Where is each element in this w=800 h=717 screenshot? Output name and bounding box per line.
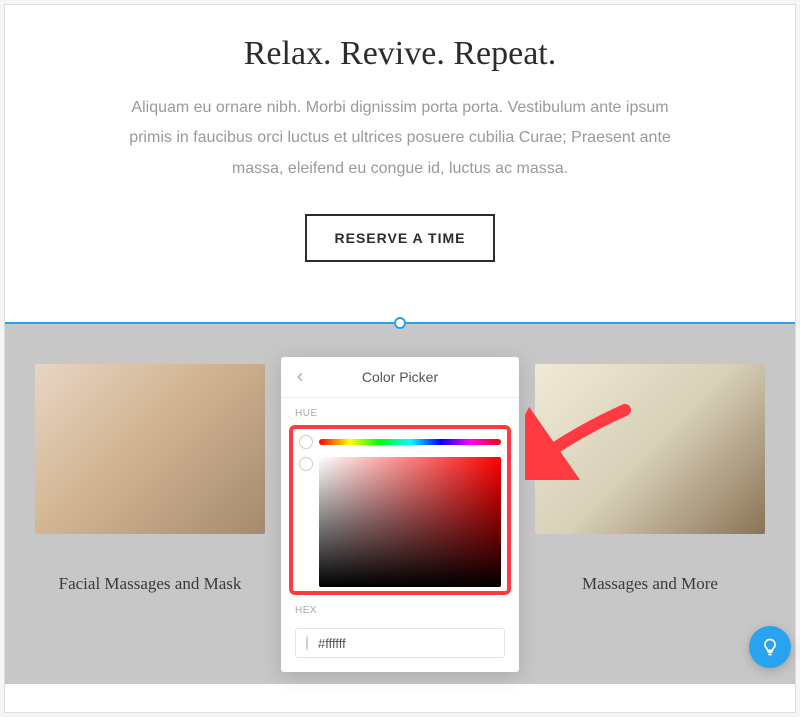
back-icon[interactable] [293, 370, 307, 384]
gallery-item-left: Facial Massages and Mask [35, 364, 265, 654]
gallery-image-facial[interactable] [35, 364, 265, 534]
gallery-image-massage[interactable] [535, 364, 765, 534]
hero-title: Relax. Revive. Repeat. [65, 35, 735, 73]
reserve-time-button[interactable]: RESERVE A TIME [305, 214, 496, 262]
hero-section: Relax. Revive. Repeat. Aliquam eu ornare… [5, 5, 795, 322]
hue-slider-track[interactable] [319, 439, 501, 445]
page-canvas: Relax. Revive. Repeat. Aliquam eu ornare… [4, 4, 796, 713]
gallery-caption-left: Facial Massages and Mask [35, 574, 265, 594]
divider-drag-handle[interactable] [394, 317, 406, 329]
annotation-highlight-box [289, 425, 511, 595]
lightbulb-icon [760, 637, 780, 657]
hue-section-label: HUE [281, 398, 519, 425]
hue-slider-handle[interactable] [299, 435, 313, 449]
saturation-handle[interactable] [299, 457, 313, 471]
section-divider[interactable] [5, 322, 795, 324]
gallery-item-right: Massages and More [535, 364, 765, 654]
hex-section-label: HEX [281, 595, 519, 622]
hex-color-swatch[interactable] [306, 635, 308, 651]
hero-body-text: Aliquam eu ornare nibh. Morbi dignissim … [110, 93, 690, 184]
hue-slider-row [299, 435, 501, 449]
saturation-brightness-panel[interactable] [319, 457, 501, 587]
color-picker-title: Color Picker [362, 369, 438, 385]
saturation-row [299, 457, 501, 587]
help-button[interactable] [749, 626, 791, 668]
hex-input[interactable] [318, 636, 494, 651]
color-picker-popover: Color Picker HUE HEX [281, 357, 519, 672]
gallery-caption-right: Massages and More [535, 574, 765, 594]
hex-input-row [295, 628, 505, 658]
color-picker-header: Color Picker [281, 357, 519, 398]
